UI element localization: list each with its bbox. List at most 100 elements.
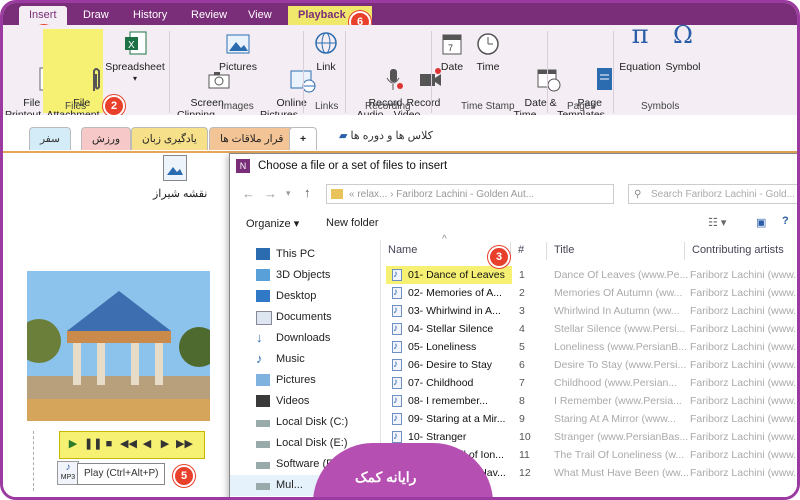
- file-row[interactable]: 02- Memories of A... 2 Memories Of Autumn …: [382, 284, 800, 302]
- up-arrow-icon[interactable]: ↑: [304, 185, 311, 200]
- time-label: Time: [476, 61, 500, 73]
- nav-3d-objects[interactable]: 3D Objects: [230, 265, 378, 286]
- back-arrow-icon[interactable]: ←: [242, 186, 255, 201]
- section-tab-appointments[interactable]: قرار ملاقات ها: [209, 127, 295, 150]
- equation-button[interactable]: π Equation: [617, 22, 663, 73]
- nav-local-disk-c[interactable]: Local Disk (C:): [230, 412, 378, 433]
- nav-downloads[interactable]: ↓ Downloads: [230, 328, 378, 349]
- preview-pane-icon[interactable]: ▣: [756, 216, 766, 229]
- drive-icon: [256, 483, 270, 490]
- pause-icon[interactable]: ❚❚: [84, 437, 102, 451]
- new-folder-button[interactable]: New folder: [326, 217, 379, 229]
- tab-view[interactable]: View: [238, 6, 282, 25]
- nav-pictures[interactable]: Pictures: [230, 370, 378, 391]
- computer-icon: [256, 248, 270, 260]
- notebook-name[interactable]: ▰ کلاس ها و دوره ها: [339, 129, 433, 142]
- hafez-tomb-image[interactable]: [27, 271, 210, 421]
- view-options-icon[interactable]: ☷ ▾: [708, 216, 726, 229]
- file-title: I Remember (www.Persia...: [554, 395, 682, 407]
- tab-insert[interactable]: Insert: [19, 6, 67, 25]
- nav-music[interactable]: ♪ Music: [230, 349, 378, 370]
- audio-file-icon: [392, 410, 402, 428]
- file-artist: Fariborz Lachini (www...: [690, 431, 800, 443]
- date-button[interactable]: 7 Date: [437, 29, 467, 73]
- file-artist: Fariborz Lachini (www...: [690, 305, 800, 317]
- audio-file-icon: [392, 338, 402, 356]
- add-section-button[interactable]: +: [289, 127, 318, 150]
- file-artist: Fariborz Lachini (www...: [690, 341, 800, 353]
- play-icon[interactable]: ▶: [66, 437, 80, 451]
- tab-draw[interactable]: Draw: [73, 6, 119, 25]
- help-icon[interactable]: ?: [782, 215, 789, 227]
- file-row[interactable]: 05- Loneliness 5 Loneliness (www.PersianB.…: [382, 338, 800, 356]
- clock-icon: [474, 29, 502, 59]
- organize-button[interactable]: Organize ▾: [246, 217, 299, 230]
- forward-arrow-icon[interactable]: →: [264, 186, 277, 201]
- svg-text:7: 7: [448, 43, 453, 53]
- link-label: Link: [316, 61, 336, 73]
- nav-documents[interactable]: Documents: [230, 307, 378, 328]
- file-row[interactable]: 01- Dance of Leaves 1 Dance Of Leaves (www…: [382, 266, 797, 284]
- file-title: The Trail Of Loneliness (w...: [554, 449, 685, 461]
- sort-caret-icon: ^: [442, 234, 447, 245]
- column-header-name[interactable]: Name: [388, 238, 417, 262]
- file-row[interactable]: 07- Childhood 7 Childhood (www.Persian... F…: [382, 374, 797, 392]
- column-header-number[interactable]: #: [518, 238, 524, 262]
- file-title: Childhood (www.Persian...: [554, 377, 678, 389]
- section-tab-sport[interactable]: ورزش: [81, 127, 132, 150]
- video-icon: [256, 395, 270, 407]
- insert-file-dialog: N Choose a file or a set of files to ins…: [229, 153, 800, 497]
- recent-dropdown-icon[interactable]: ▾: [286, 188, 291, 199]
- back-icon[interactable]: ◀: [140, 437, 154, 451]
- fast-forward-icon[interactable]: ▶▶: [176, 437, 193, 451]
- nav-this-pc[interactable]: This PC: [230, 244, 378, 265]
- svg-text:X: X: [128, 40, 135, 51]
- tab-history[interactable]: History: [123, 6, 177, 25]
- link-button[interactable]: Link: [309, 29, 343, 73]
- file-artist: Fariborz Lachini (www...: [690, 287, 800, 299]
- column-divider: [684, 242, 685, 260]
- map-file-icon[interactable]: [163, 155, 187, 181]
- nav-videos[interactable]: Videos: [230, 391, 378, 412]
- stop-icon[interactable]: ■: [102, 437, 116, 451]
- date-label: Date: [440, 61, 464, 73]
- audio-file-icon: [392, 302, 402, 320]
- section-tab-language[interactable]: یادگیری زبان: [131, 127, 208, 150]
- file-artist: Fariborz Lachini (www...: [690, 467, 800, 479]
- ribbon-separator: [547, 31, 548, 113]
- spreadsheet-button[interactable]: X Spreadsheet ▾: [105, 29, 165, 85]
- file-title: Desire To Stay (www.Persi...: [554, 359, 687, 371]
- file-name: 04- Stellar Silence: [408, 323, 494, 335]
- paperclip-icon: [59, 53, 101, 91]
- symbol-button[interactable]: Ω Symbol: [663, 23, 703, 73]
- section-tab-travel[interactable]: سفر: [29, 127, 71, 150]
- mp3-file-icon[interactable]: ♪ MP3: [57, 461, 79, 485]
- nav-label: Videos: [276, 395, 310, 407]
- audio-file-icon: [392, 284, 402, 302]
- forward-icon[interactable]: ▶: [158, 437, 172, 451]
- column-header-title[interactable]: Title: [554, 238, 574, 262]
- symbols-group-label: Symbols: [641, 101, 680, 112]
- column-header-artists[interactable]: Contributing artists: [692, 238, 784, 262]
- file-row[interactable]: 09- Staring at a Mir... 9 Staring At A Mir…: [382, 410, 797, 428]
- tab-review[interactable]: Review: [181, 6, 237, 25]
- search-input[interactable]: ⚲ Search Fariborz Lachini - Gold...: [628, 184, 797, 204]
- ribbon-separator: [613, 31, 614, 113]
- file-row[interactable]: 04- Stellar Silence 4 Stellar Silence (www…: [382, 320, 797, 338]
- ribbon-separator: [431, 31, 432, 113]
- microphone-icon: [356, 53, 404, 90]
- rewind-icon[interactable]: ◀◀: [120, 437, 137, 451]
- audio-file-icon: [392, 374, 402, 392]
- address-bar[interactable]: « relax... › Fariborz Lachini - Golden A…: [326, 184, 614, 204]
- file-number: 3: [519, 305, 525, 317]
- column-divider: [546, 242, 547, 260]
- file-row[interactable]: 08- I remember... 8 I Remember (www.Persia…: [382, 392, 797, 410]
- notebook-label: کلاس ها و دوره ها: [350, 130, 433, 142]
- nav-label: Music: [276, 353, 305, 365]
- step-badge-3: 3: [488, 246, 510, 268]
- file-row[interactable]: 06- Desire to Stay 6 Desire To Stay (www.P…: [382, 356, 797, 374]
- file-row[interactable]: 03- Whirlwind in A... 3 Whirlwind In Autum…: [382, 302, 800, 320]
- time-button[interactable]: Time: [473, 29, 503, 73]
- pictures-button[interactable]: Pictures: [219, 29, 257, 73]
- nav-desktop[interactable]: Desktop: [230, 286, 378, 307]
